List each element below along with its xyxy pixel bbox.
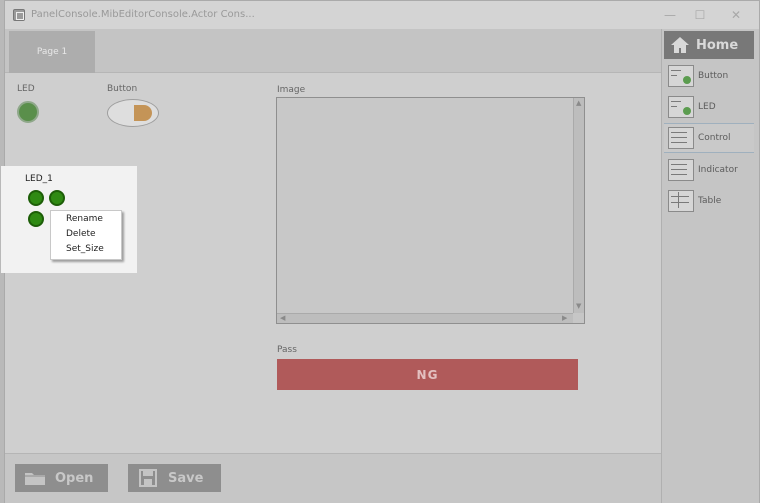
led1-indicator-3[interactable] <box>28 211 44 227</box>
palette-item-indicator[interactable]: Indicator <box>664 155 754 185</box>
pass-label: Pass <box>277 345 297 355</box>
menu-item-rename[interactable]: Rename <box>66 214 103 224</box>
image-label: Image <box>277 85 306 95</box>
button-widget-icon <box>668 65 694 87</box>
control-widget-icon <box>668 127 694 149</box>
palette-label-control: Control <box>698 133 731 143</box>
title-bar: PanelConsole.MibEditorConsole.Actor Cons… <box>5 1 759 29</box>
page-tab-strip: Page 1 <box>5 29 661 73</box>
scroll-up-icon[interactable]: ▲ <box>576 100 581 107</box>
app-window: PanelConsole.MibEditorConsole.Actor Cons… <box>1 0 760 503</box>
palette-label-table: Table <box>698 196 722 206</box>
led-widget[interactable] <box>17 101 39 123</box>
open-button[interactable]: Open <box>15 464 108 492</box>
ng-indicator: NG <box>277 359 578 390</box>
led-label: LED <box>17 84 35 94</box>
palette-item-led[interactable]: LED <box>664 92 754 122</box>
button-label: Button <box>107 84 138 94</box>
home-icon <box>664 36 696 54</box>
save-label: Save <box>168 470 204 486</box>
context-menu: Rename Delete Set_Size <box>50 210 122 260</box>
table-widget-icon <box>668 190 694 212</box>
palette-label-button: Button <box>698 71 729 81</box>
palette-item-control[interactable]: Control <box>664 123 754 153</box>
widget-palette: Home Button LED Control Indicator Table <box>661 29 759 503</box>
palette-label-indicator: Indicator <box>698 165 738 175</box>
app-icon <box>13 9 25 21</box>
palette-label-led: LED <box>698 102 716 112</box>
led1-label: LED_1 <box>25 174 53 184</box>
button-widget[interactable] <box>107 99 159 127</box>
window-title: PanelConsole.MibEditorConsole.Actor Cons… <box>31 9 255 20</box>
menu-item-delete[interactable]: Delete <box>66 229 96 239</box>
save-icon <box>128 469 168 487</box>
scroll-left-icon[interactable]: ◀ <box>280 315 285 322</box>
scroll-right-icon[interactable]: ▶ <box>562 315 567 322</box>
open-label: Open <box>55 470 94 486</box>
minimize-icon[interactable]: — <box>659 5 681 25</box>
palette-item-table[interactable]: Table <box>664 186 754 216</box>
led-widget-icon <box>668 96 694 118</box>
vertical-scrollbar[interactable]: ▲ ▼ <box>573 98 584 313</box>
maximize-icon[interactable]: ☐ <box>689 5 711 25</box>
led1-indicator-1[interactable] <box>28 190 44 206</box>
indicator-widget-icon <box>668 159 694 181</box>
tab-page-1[interactable]: Page 1 <box>9 31 95 73</box>
home-button[interactable]: Home <box>664 31 754 59</box>
horizontal-scrollbar[interactable]: ◀ ▶ <box>277 313 573 323</box>
save-button[interactable]: Save <box>128 464 221 492</box>
close-icon[interactable]: ✕ <box>725 5 747 25</box>
menu-item-set-size[interactable]: Set_Size <box>66 244 104 254</box>
image-viewer[interactable]: ▲ ▼ ◀ ▶ <box>276 97 585 324</box>
folder-icon <box>15 470 55 486</box>
led1-indicator-2[interactable] <box>49 190 65 206</box>
scroll-down-icon[interactable]: ▼ <box>576 303 581 310</box>
home-label: Home <box>696 37 739 53</box>
image-area <box>277 98 573 313</box>
bottom-toolbar: Open Save <box>5 453 661 503</box>
palette-item-button[interactable]: Button <box>664 61 754 91</box>
